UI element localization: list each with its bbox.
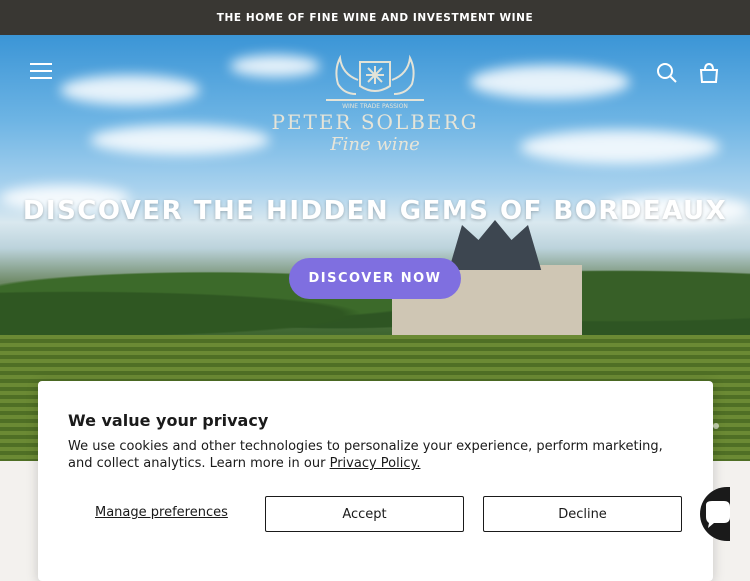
cloud	[520, 130, 720, 164]
discover-now-button[interactable]: DISCOVER NOW	[289, 258, 461, 299]
brand-tagline: Fine wine	[330, 134, 420, 155]
cookie-body: We use cookies and other technologies to…	[68, 438, 678, 472]
cloud	[470, 65, 630, 99]
brand-name: PETER SOLBERG	[271, 110, 479, 134]
svg-text:WINE TRADE PASSION: WINE TRADE PASSION	[342, 103, 408, 110]
shopping-bag-icon[interactable]	[698, 62, 720, 84]
brand-logo[interactable]: WINE TRADE PASSION PETER SOLBERG Fine wi…	[270, 50, 480, 170]
chat-icon	[706, 501, 730, 528]
accept-button[interactable]: Accept	[265, 496, 464, 532]
announcement-bar: THE HOME OF FINE WINE AND INVESTMENT WIN…	[0, 0, 750, 35]
announcement-text: THE HOME OF FINE WINE AND INVESTMENT WIN…	[216, 11, 534, 24]
search-icon[interactable]	[656, 62, 678, 84]
privacy-policy-link[interactable]: Privacy Policy.	[330, 456, 421, 471]
cookie-banner: We value your privacy We use cookies and…	[38, 381, 713, 581]
manage-preferences-link[interactable]: Manage preferences	[95, 505, 228, 520]
hamburger-menu-icon[interactable]	[30, 63, 54, 81]
decline-button[interactable]: Decline	[483, 496, 682, 532]
crest-icon: WINE TRADE PASSION	[326, 54, 424, 110]
cloud	[90, 125, 270, 155]
slider-dot[interactable]	[713, 423, 719, 429]
cloud	[60, 75, 200, 105]
cookie-title: We value your privacy	[68, 411, 269, 430]
hero-headline: DISCOVER THE HIDDEN GEMS OF BORDEAUX	[22, 196, 728, 226]
chateau-roof	[448, 220, 542, 270]
